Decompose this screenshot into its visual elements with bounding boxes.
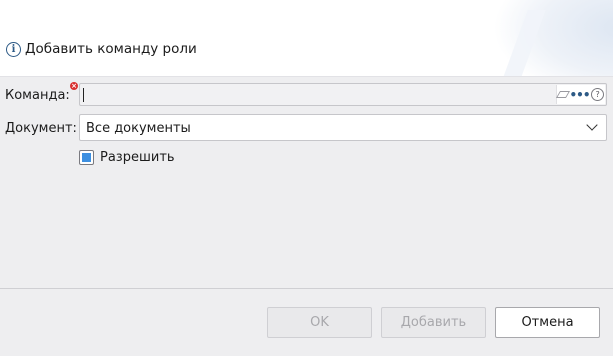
document-select[interactable]: Все документы [79, 114, 607, 141]
text-caret [83, 88, 84, 102]
dialog-header: i Добавить команду роли [0, 0, 613, 77]
more-dots-icon[interactable]: ••• [569, 89, 590, 101]
command-label: Команда: [5, 88, 70, 103]
command-input[interactable]: ••• ? [79, 83, 607, 106]
dialog-title-row: i Добавить команду роли [6, 40, 197, 58]
add-button[interactable]: Добавить [381, 307, 486, 338]
footer-divider [0, 288, 613, 289]
info-icon: i [6, 41, 21, 57]
command-input-actions: ••• ? [555, 85, 605, 104]
allow-checkbox-row[interactable]: Разрешить [79, 150, 175, 165]
document-label: Документ: [5, 121, 77, 136]
eraser-icon[interactable] [555, 91, 570, 98]
ok-button[interactable]: OK [267, 307, 372, 338]
help-icon[interactable]: ? [591, 88, 605, 101]
allow-checkbox-label[interactable]: Разрешить [100, 150, 175, 165]
required-error-icon: × [70, 82, 78, 90]
checkbox-check-fill [82, 153, 91, 162]
cancel-button[interactable]: Отмена [495, 307, 600, 338]
chevron-down-icon[interactable] [586, 119, 598, 131]
document-select-value: Все документы [86, 121, 191, 136]
dialog-title: Добавить команду роли [25, 41, 197, 57]
allow-checkbox[interactable] [79, 150, 94, 165]
